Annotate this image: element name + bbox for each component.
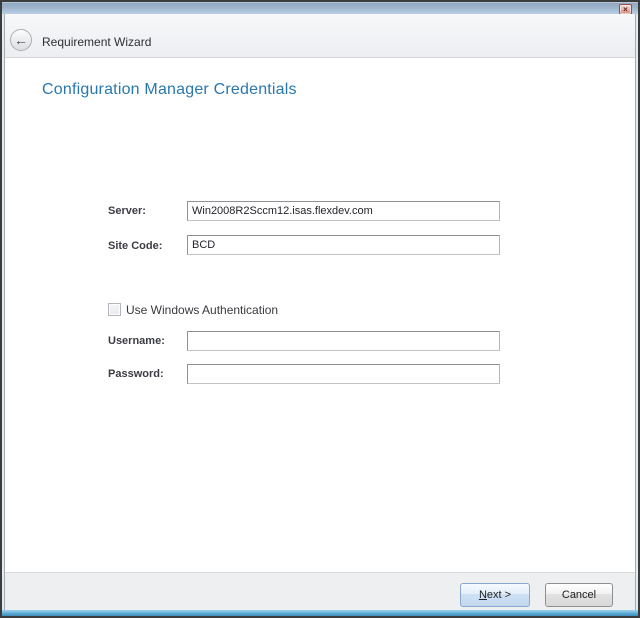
back-arrow-icon: ← [14, 32, 28, 48]
windows-auth-checkbox[interactable] [108, 303, 121, 316]
back-button[interactable]: ← [10, 29, 32, 51]
cancel-button[interactable]: Cancel [545, 583, 613, 607]
wizard-panel: ← Requirement Wizard Configuration Manag… [4, 14, 636, 610]
page-heading: Configuration Manager Credentials [42, 81, 297, 99]
server-input[interactable] [187, 201, 500, 221]
next-button-label: ext > [487, 589, 511, 601]
wizard-title: Requirement Wizard [42, 35, 151, 49]
windows-auth-label[interactable]: Use Windows Authentication [126, 303, 278, 317]
next-button[interactable]: Next > [460, 583, 530, 607]
title-bar: × [2, 2, 638, 14]
password-input[interactable] [187, 364, 500, 384]
cancel-button-label: Cancel [562, 589, 596, 601]
next-button-mnemonic: N [479, 589, 487, 601]
footer-bar: Next > Cancel [5, 572, 635, 610]
password-label: Password: [108, 368, 164, 380]
site-code-input[interactable] [187, 235, 500, 255]
server-label: Server: [108, 205, 146, 217]
wizard-header: ← Requirement Wizard [5, 14, 635, 58]
username-label: Username: [108, 335, 165, 347]
site-code-label: Site Code: [108, 240, 162, 252]
window-frame: ← Requirement Wizard Configuration Manag… [2, 14, 638, 610]
bottom-accent-strip [2, 610, 638, 616]
close-icon: × [620, 5, 631, 14]
username-input[interactable] [187, 331, 500, 351]
wizard-window: × ← Requirement Wizard Configuration Man… [0, 0, 640, 618]
